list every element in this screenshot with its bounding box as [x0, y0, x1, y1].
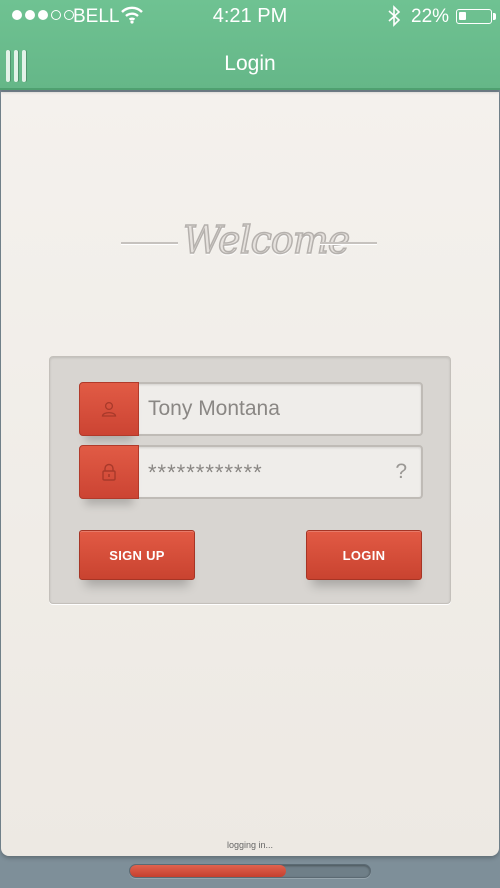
lock-icon	[79, 445, 139, 499]
divider-right	[320, 242, 377, 244]
battery-percent: 22%	[411, 6, 450, 27]
password-field[interactable]: ************ ?	[79, 445, 423, 499]
progress-fill	[130, 865, 286, 877]
login-screen: Welcome ************ ?	[1, 92, 499, 856]
password-help-button[interactable]: ?	[395, 447, 407, 497]
username-input[interactable]	[148, 384, 378, 434]
login-form: ************ ? SIGN UP LOGIN	[49, 356, 451, 604]
welcome-heading: Welcome	[121, 216, 377, 276]
login-button[interactable]: LOGIN	[306, 530, 422, 580]
page-title: Login	[224, 52, 276, 75]
loading-label: logging in...	[226, 840, 274, 850]
divider-left	[121, 242, 178, 244]
status-bar: BELL 4:21 PM 22%	[0, 0, 500, 34]
sign-up-button[interactable]: SIGN UP	[79, 530, 195, 580]
top-bar: BELL 4:21 PM 22% Login	[0, 0, 500, 90]
login-progress-bar	[129, 864, 371, 878]
user-icon	[79, 382, 139, 436]
battery-nub	[493, 13, 496, 20]
bluetooth-icon	[387, 5, 401, 33]
username-field[interactable]	[79, 382, 423, 436]
welcome-text: Welcome	[182, 217, 351, 263]
password-input[interactable]: ************	[148, 448, 378, 498]
battery-icon	[456, 9, 492, 24]
